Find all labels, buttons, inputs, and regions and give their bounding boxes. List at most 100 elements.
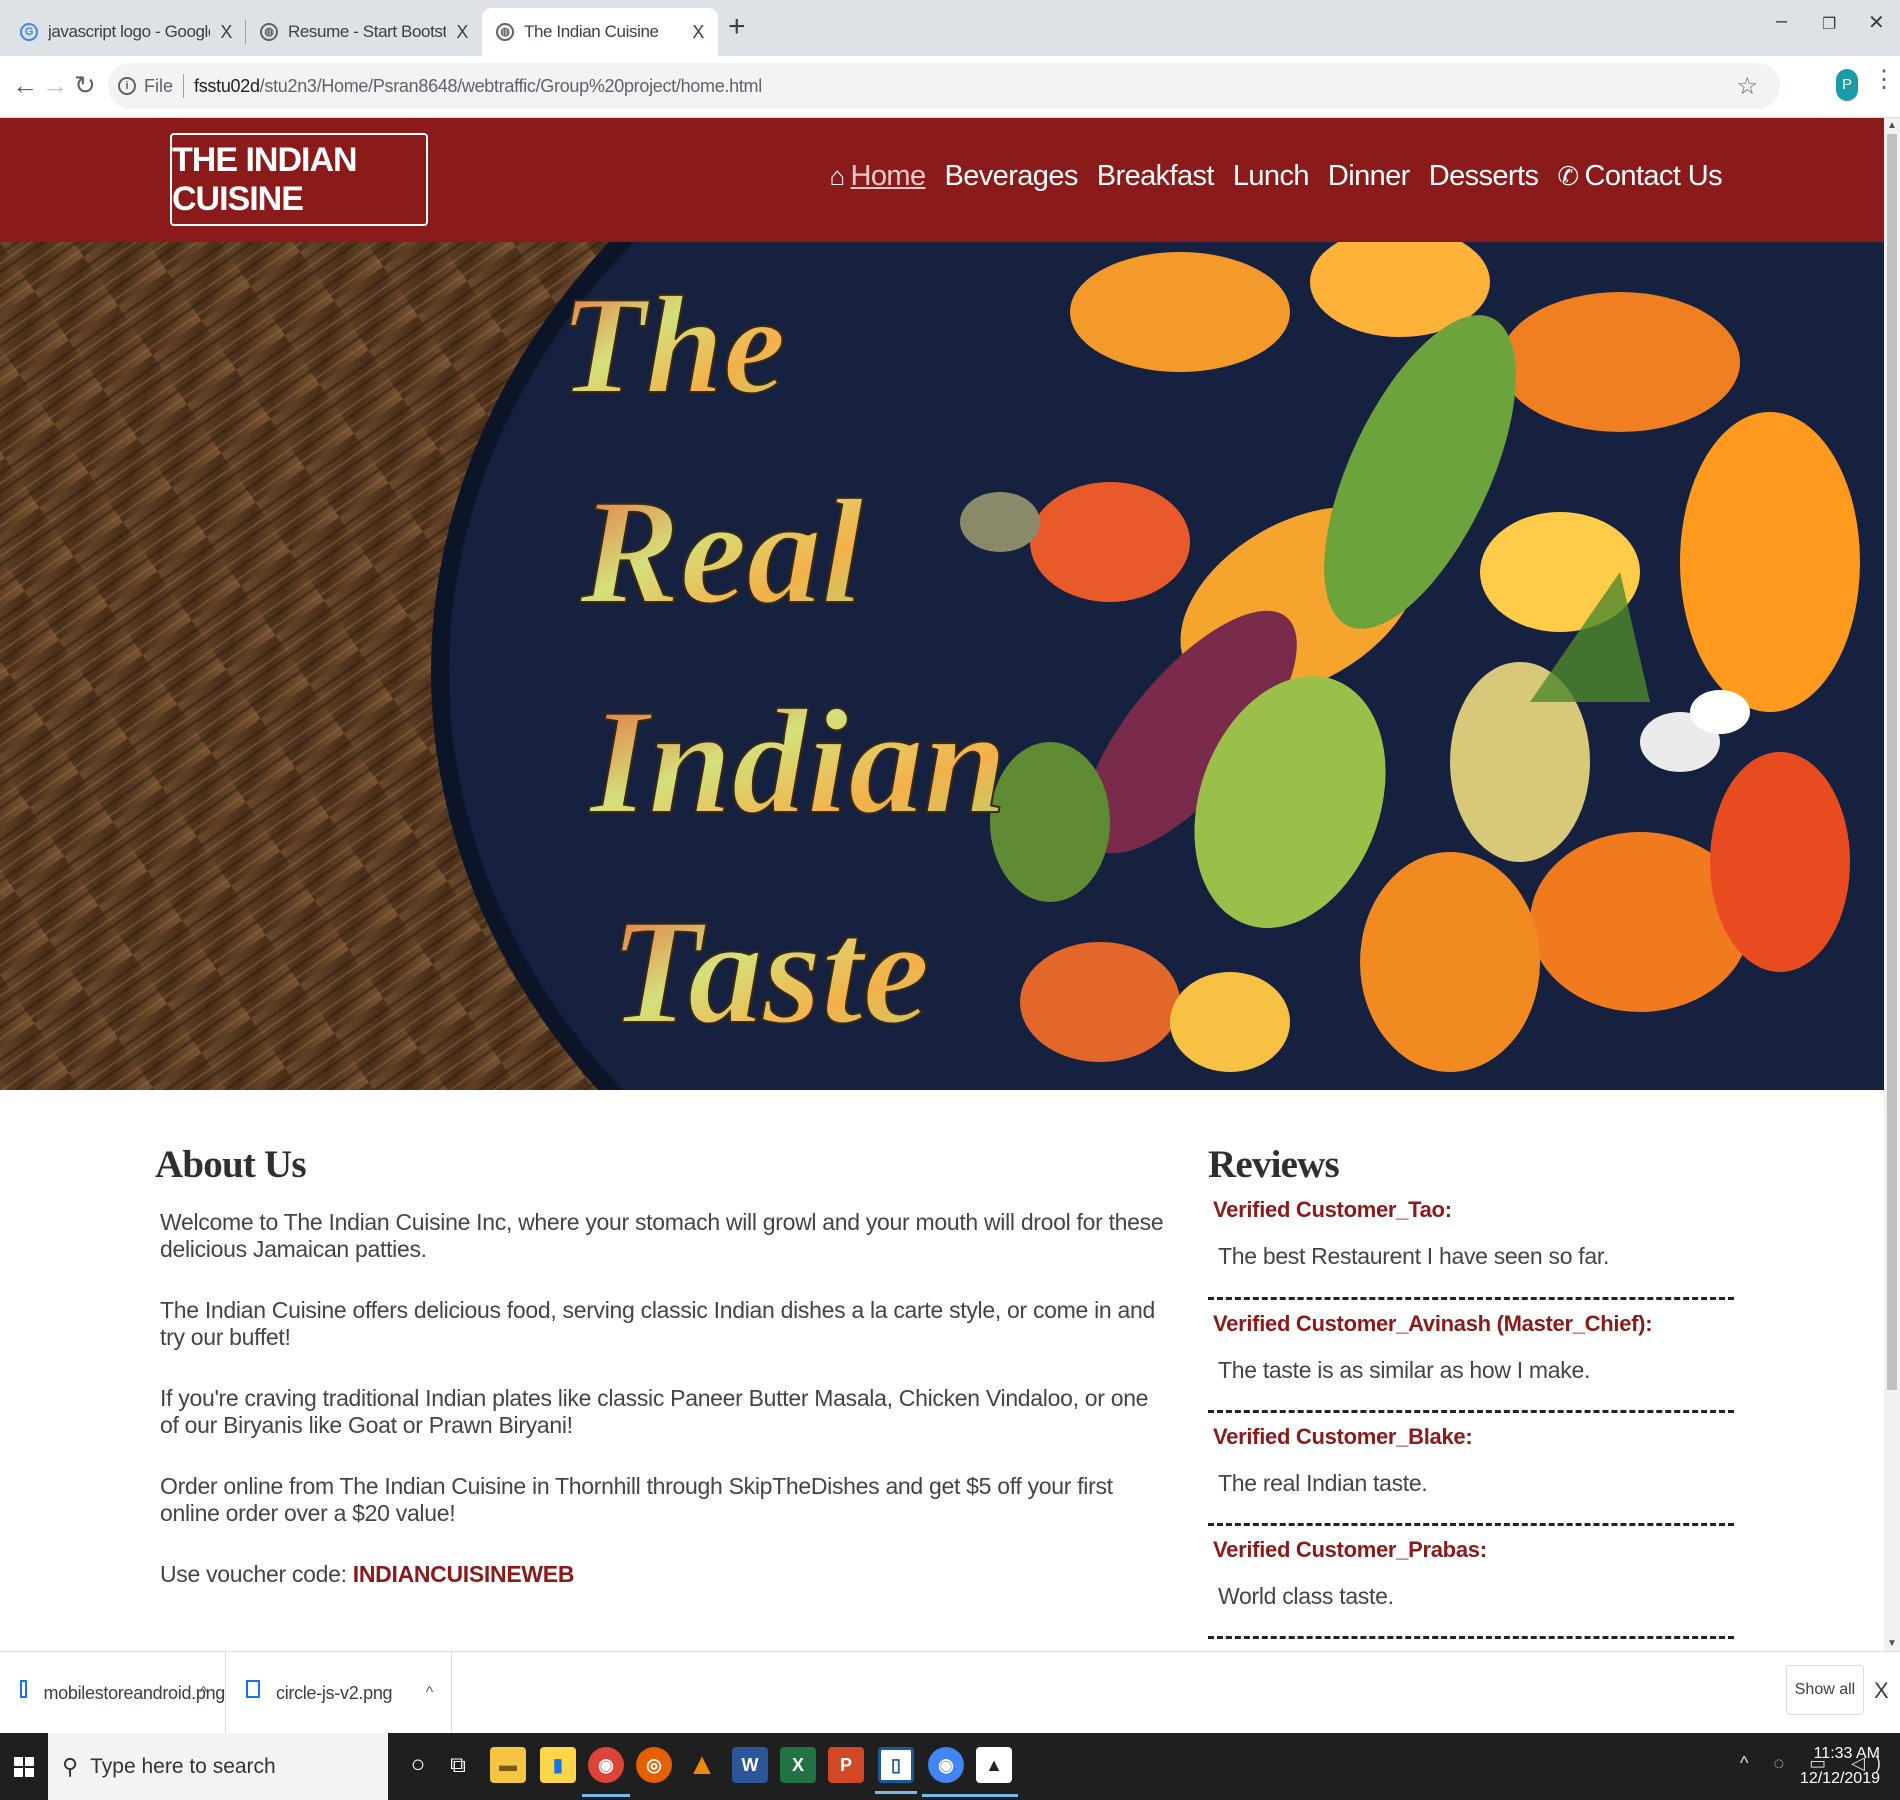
nav-beverages[interactable]: Beverages: [944, 160, 1079, 193]
download-filename: mobilestoreandroid.png: [43, 1682, 225, 1703]
close-tab-icon[interactable]: X: [456, 22, 468, 43]
excel-icon[interactable]: X: [780, 1747, 816, 1783]
info-icon[interactable]: i: [118, 77, 136, 95]
nav-lunch[interactable]: Lunch: [1232, 160, 1310, 193]
app-icon[interactable]: ▯: [875, 1747, 917, 1794]
url-path: /stu2n3/Home/Psran8648/webtraffic/Group%…: [259, 75, 763, 96]
close-tab-icon[interactable]: X: [692, 22, 704, 43]
windows-logo-icon: [14, 1756, 34, 1777]
voucher-line: Use voucher code: INDIANCUISINEWEB: [160, 1561, 1165, 1588]
address-divider: [183, 74, 185, 98]
about-paragraph: Welcome to The Indian Cuisine Inc, where…: [160, 1209, 1164, 1262]
clock-time: 11:33 AM: [1813, 1745, 1880, 1762]
menu-kebab-icon[interactable]: ⋮: [1872, 68, 1896, 92]
nav-label: Breakfast: [1096, 160, 1215, 192]
nav-breakfast[interactable]: Breakfast: [1096, 160, 1215, 193]
main-content: About Us Welcome to The Indian Cuisine I…: [0, 1090, 1884, 1651]
chrome-active-icon[interactable]: ◉: [922, 1747, 970, 1797]
cortana-icon[interactable]: ○: [400, 1747, 436, 1783]
nav-desserts[interactable]: Desserts: [1429, 160, 1539, 193]
clock-date: 12/12/2019: [1799, 1770, 1880, 1787]
chevron-up-icon[interactable]: ^: [426, 1684, 434, 1702]
chevron-up-icon[interactable]: ^: [200, 1684, 208, 1702]
image-file-icon: [246, 1680, 260, 1698]
tab-indian-cuisine[interactable]: ◍ The Indian Cuisine X: [482, 8, 718, 56]
phone-icon: ✆: [1557, 161, 1579, 191]
nav-label: Lunch: [1232, 160, 1310, 192]
about-paragraph: Order online from The Indian Cuisine in …: [160, 1473, 1113, 1526]
nav-label: Beverages: [944, 160, 1079, 192]
taskbar-search-box[interactable]: ⚲ Type here to search: [48, 1733, 388, 1800]
clock[interactable]: 11:33 AM 12/12/2019: [1800, 1741, 1880, 1791]
back-arrow-icon[interactable]: ←: [12, 72, 38, 98]
reviews-heading: Reviews: [1208, 1143, 1340, 1186]
file-explorer-icon[interactable]: ▬: [490, 1747, 526, 1783]
close-download-bar-icon[interactable]: X: [1874, 1678, 1889, 1704]
firefox-icon[interactable]: ◎: [636, 1747, 672, 1783]
tab-resume[interactable]: ◍ Resume - Start Bootstrap Theme X: [246, 8, 482, 56]
address-bar[interactable]: i File fsstu02d/stu2n3/Home/Psran8648/we…: [108, 63, 1780, 109]
download-filename: circle-js-v2.png: [276, 1682, 393, 1703]
tab-title: Resume - Start Bootstrap Theme: [288, 22, 447, 41]
start-button[interactable]: [0, 1733, 48, 1800]
browser-tab-bar: G javascript logo - Google Search X ◍ Re…: [0, 0, 1900, 56]
scroll-down-arrow-icon[interactable]: ▼: [1887, 1638, 1897, 1649]
reviewer-name: Verified Customer_Blake:: [1213, 1424, 1473, 1449]
about-paragraph: If you're craving traditional Indian pla…: [160, 1385, 1149, 1438]
reviewer-name: Verified Customer_Avinash (Master_Chief)…: [1213, 1311, 1653, 1336]
forward-arrow-icon[interactable]: →: [42, 72, 68, 98]
powerpoint-icon[interactable]: P: [828, 1747, 864, 1783]
show-all-button[interactable]: Show all: [1786, 1665, 1864, 1715]
window-close-icon[interactable]: ✕: [1868, 10, 1885, 35]
new-tab-button[interactable]: +: [728, 12, 746, 42]
scrollbar-thumb[interactable]: [1887, 134, 1897, 1390]
nav-label: Dinner: [1327, 160, 1410, 192]
file-explorer-pin-icon[interactable]: ▮: [540, 1747, 576, 1783]
about-us-section: About Us Welcome to The Indian Cuisine I…: [155, 1142, 1165, 1588]
home-icon: ⌂: [829, 161, 845, 191]
profile-avatar[interactable]: P: [1836, 69, 1858, 101]
nav-home[interactable]: ⌂ Home: [829, 160, 927, 193]
review-item: Verified Customer_Prabas: World class ta…: [1208, 1526, 1734, 1639]
photos-icon[interactable]: ▲: [970, 1747, 1018, 1797]
nav-dinner[interactable]: Dinner: [1328, 160, 1410, 193]
site-navbar: THE INDIAN CUISINE ⌂ Home Beverages Break…: [0, 118, 1884, 242]
search-icon: ⚲: [62, 1753, 79, 1779]
reviews-section: Reviews Verified Customer_Tao: The best …: [1208, 1142, 1734, 1639]
nav-label: Home: [850, 160, 927, 192]
download-item[interactable]: mobilestoreandroid.png ^: [0, 1652, 226, 1734]
nav-contact-us[interactable]: ✆ Contact Us: [1557, 160, 1722, 193]
google-icon: G: [20, 23, 38, 41]
globe-icon: ◍: [260, 23, 278, 41]
windows-taskbar: ⚲ Type here to search ○ ⧉ ▬ ▮ ◉ ◎ ▲ W X …: [0, 1733, 1900, 1800]
tab-title: javascript logo - Google Search: [48, 22, 210, 41]
page-scrollbar[interactable]: ▲ ▼: [1884, 118, 1900, 1651]
hero-text-line: The: [560, 268, 786, 423]
globe-icon: ◍: [496, 23, 514, 41]
tab-title: The Indian Cuisine: [524, 22, 659, 41]
site-menu: ⌂ Home Beverages Breakfast Lunch Dinner D…: [829, 160, 1722, 193]
browser-toolbar: ← → ↻ i File fsstu02d/stu2n3/Home/Psran8…: [0, 56, 1900, 118]
task-view-icon[interactable]: ⧉: [440, 1747, 476, 1783]
hero-illustration: The Real Indian Taste: [0, 242, 1884, 1090]
chrome-icon[interactable]: ◉: [582, 1747, 630, 1797]
tab-google-search[interactable]: G javascript logo - Google Search X: [6, 8, 246, 56]
review-text: The real Indian taste.: [1218, 1470, 1428, 1496]
hero-banner: The Real Indian Taste: [0, 242, 1884, 1090]
nav-label: Contact Us: [1584, 160, 1723, 192]
url-text[interactable]: fsstu02d/stu2n3/Home/Psran8648/webtraffi…: [194, 76, 762, 97]
download-item[interactable]: circle-js-v2.png ^: [226, 1652, 452, 1734]
review-item: Verified Customer_Avinash (Master_Chief)…: [1208, 1300, 1734, 1413]
close-tab-icon[interactable]: X: [220, 22, 232, 43]
minimize-icon[interactable]: –: [1776, 10, 1787, 33]
reload-icon[interactable]: ↻: [74, 72, 96, 98]
vlc-icon[interactable]: ▲: [684, 1747, 720, 1783]
voucher-code: INDIANCUISINEWEB: [352, 1561, 575, 1587]
scroll-up-arrow-icon[interactable]: ▲: [1887, 120, 1897, 131]
restore-icon[interactable]: ❐: [1822, 14, 1836, 34]
bookmark-star-icon[interactable]: ☆: [1736, 72, 1758, 101]
review-item: Verified Customer_Blake: The real Indian…: [1208, 1413, 1734, 1526]
site-brand-logo[interactable]: THE INDIAN CUISINE: [170, 133, 428, 226]
search-placeholder: Type here to search: [90, 1754, 276, 1778]
word-icon[interactable]: W: [732, 1747, 768, 1783]
